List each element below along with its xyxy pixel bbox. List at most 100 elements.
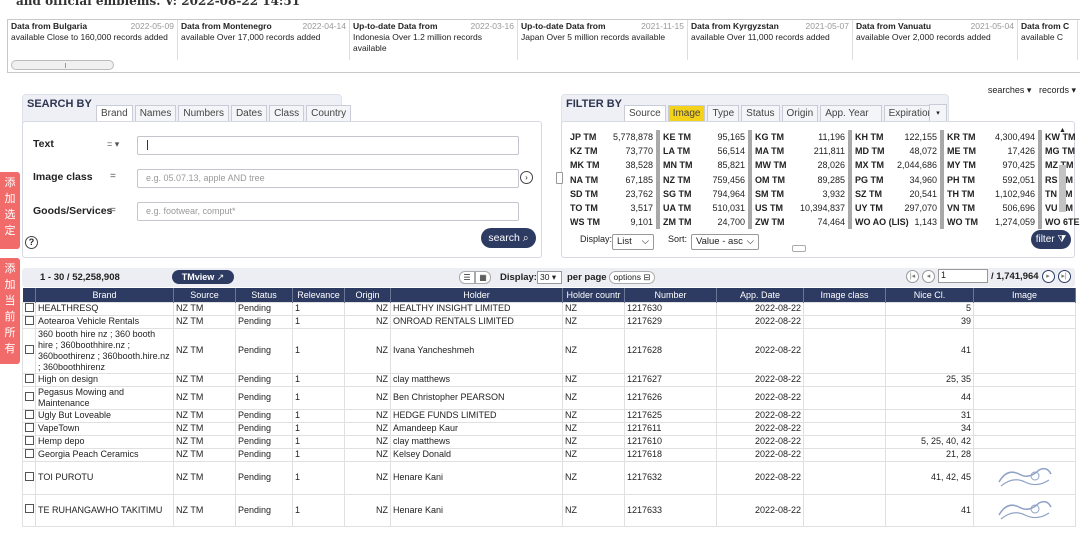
filter-option[interactable]: NA TM 67,185 (570, 172, 660, 187)
filter-option[interactable]: ZW TM 74,464 (755, 215, 852, 230)
collapse-panel-handle[interactable] (556, 172, 563, 184)
list-view-icon[interactable]: ☰ (459, 271, 475, 284)
more-tabs-chevron-icon[interactable]: ▾ (929, 104, 947, 122)
goods-services-input[interactable]: e.g. footwear, comput* (137, 202, 519, 221)
filter-option[interactable]: TO TM 3,517 (570, 201, 660, 216)
page-input[interactable]: 1 (938, 269, 988, 283)
tab-filter-5[interactable]: App. Year ✖ (820, 105, 882, 134)
filter-option[interactable]: MD TM 48,072 (855, 144, 944, 159)
prev-page-icon[interactable]: ◂ (922, 269, 935, 283)
brand-cell[interactable]: Aotearoa Vehicle Rentals (35, 314, 174, 329)
trademark-thumbnail[interactable] (995, 462, 1055, 490)
searches-dropdown[interactable]: searches ▾ (988, 85, 1032, 95)
add-selected-tab[interactable]: 添加选定 (0, 172, 20, 249)
filter-option[interactable]: KH TM 122,155 (855, 130, 944, 145)
filter-option[interactable]: OM TM 89,285 (755, 172, 852, 187)
table-row[interactable]: VapeTown NZ TM Pending 1 NZ Amandeep Kaur NZ 12… (22, 421, 1076, 436)
filter-option[interactable]: SZ TM 20,541 (855, 186, 944, 202)
filter-option[interactable]: MX TM 2,044,686 (855, 158, 944, 173)
row-checkbox[interactable] (25, 316, 34, 325)
filter-option[interactable]: MA TM 211,811 (755, 144, 852, 159)
table-row[interactable]: HEALTHRESQ NZ TM Pending 1 NZ HEALTHY INSIGHT… (22, 301, 1076, 316)
table-row[interactable]: Hemp depo NZ TM Pending 1 NZ clay matthews NZ 1… (22, 434, 1076, 449)
row-checkbox[interactable] (25, 471, 34, 481)
tab-search-numbers[interactable]: Numbers (178, 105, 229, 122)
brand-cell[interactable]: 360 booth hire nz ; 360 booth hire ; 360… (35, 327, 174, 374)
tab-search-names[interactable]: Names (134, 105, 177, 122)
table-row[interactable]: 360 booth hire nz ; 360 booth hire ; 360… (22, 327, 1076, 374)
filter-option[interactable]: SM TM 3,932 (755, 186, 852, 202)
table-row[interactable]: Ugly But Loveable NZ TM Pending 1 NZ HEDGE FU… (22, 408, 1076, 423)
news-item[interactable]: Up-to-date Data from 2021-11-15 Japan Over… (518, 20, 688, 60)
column-header-9[interactable]: App. Date (716, 288, 804, 302)
column-header-0[interactable] (22, 288, 36, 302)
filter-option[interactable]: MN TM 85,821 (663, 158, 752, 173)
brand-cell[interactable]: High on design (35, 372, 174, 387)
tab-filter-0[interactable]: Source (624, 105, 666, 122)
filter-button[interactable]: filter ⧩ (1031, 230, 1071, 249)
filter-option[interactable]: TH TM 1,102,946 (947, 186, 1042, 202)
column-header-12[interactable]: Image (973, 288, 1076, 302)
tab-search-country[interactable]: Country (306, 105, 352, 122)
filter-option[interactable]: NZ TM 759,456 (663, 172, 752, 187)
news-item[interactable]: Data from Kyrgyzstan 2021-05-07 available … (688, 20, 853, 60)
row-checkbox[interactable] (25, 449, 34, 458)
column-header-8[interactable]: Number (624, 288, 717, 302)
brand-cell[interactable]: Pegasus Mowing and Maintenance (35, 385, 174, 410)
brand-cell[interactable]: TOI PUROTU (35, 460, 174, 495)
records-dropdown[interactable]: records ▾ (1039, 85, 1076, 95)
table-row[interactable]: Pegasus Mowing and Maintenance NZ TM Pendi… (22, 385, 1076, 410)
filter-option[interactable]: KG TM 11,196 (755, 130, 852, 145)
column-header-10[interactable]: Image class (803, 288, 886, 302)
filter-option[interactable]: WS TM 9,101 (570, 215, 660, 230)
next-page-icon[interactable]: ▸ (1041, 269, 1055, 283)
last-page-icon[interactable]: ▸| (1057, 269, 1071, 283)
brand-cell[interactable]: Ugly But Loveable (35, 408, 174, 423)
brand-cell[interactable]: VapeTown (35, 421, 174, 436)
sort-select[interactable]: Value - asc ⌵ (691, 234, 759, 250)
filter-option[interactable]: KR TM 4,300,494 (947, 130, 1042, 145)
column-header-2[interactable]: Source (173, 288, 236, 302)
row-checkbox[interactable] (25, 344, 34, 354)
column-header-6[interactable]: Holder (390, 288, 563, 302)
table-row[interactable]: Georgia Peach Ceramics NZ TM Pending 1 NZ Kel… (22, 447, 1076, 462)
first-page-icon[interactable]: |◂ (906, 269, 919, 283)
column-header-4[interactable]: Relevance (292, 288, 345, 302)
row-checkbox[interactable] (25, 303, 34, 312)
news-scrollbar[interactable] (11, 60, 114, 70)
help-icon[interactable]: ? (25, 236, 38, 249)
grid-view-icon[interactable]: ▦ (475, 271, 491, 284)
text-operator[interactable]: = ▾ (107, 139, 119, 150)
filter-scrollbar[interactable]: ▲ (1059, 127, 1067, 227)
filter-option[interactable]: UA TM 510,031 (663, 201, 752, 216)
brand-cell[interactable]: Georgia Peach Ceramics (35, 447, 174, 462)
filter-option[interactable]: WO TM 1,274,059 (947, 215, 1042, 230)
filter-option[interactable]: KE TM 95,165 (663, 130, 752, 145)
news-item[interactable]: Data from Vanuatu 2021-05-04 available Ove… (853, 20, 1018, 60)
tab-search-class[interactable]: Class (269, 105, 305, 122)
column-header-11[interactable]: Nice Cl. (885, 288, 974, 302)
display-select[interactable]: List ⌵ (612, 234, 654, 250)
table-row[interactable]: TE RUHANGAWHO TAKITIMU NZ TM Pending 1 NZ Hen… (22, 493, 1076, 527)
tab-search-brand[interactable]: Brand (96, 105, 133, 122)
filter-option[interactable]: MY TM 970,425 (947, 158, 1042, 173)
filter-option[interactable]: ZM TM 24,700 (663, 215, 752, 230)
per-page-select[interactable]: 30 ▾ (537, 271, 562, 284)
tab-filter-4[interactable]: Origin (781, 105, 819, 122)
row-checkbox[interactable] (25, 504, 34, 513)
filter-option[interactable]: PG TM 34,960 (855, 172, 944, 187)
filter-option[interactable]: JP TM 5,778,878 (570, 130, 660, 145)
column-header-3[interactable]: Status (235, 288, 293, 302)
scroll-up-icon[interactable]: ▲ (1059, 127, 1067, 135)
filter-option[interactable]: UY TM 297,070 (855, 201, 944, 216)
row-checkbox[interactable] (25, 410, 34, 419)
row-checkbox[interactable] (25, 374, 34, 383)
table-row[interactable]: High on design NZ TM Pending 1 NZ clay matthe… (22, 372, 1076, 387)
filter-option[interactable]: MK TM 38,528 (570, 158, 660, 173)
news-item[interactable]: Data from Bulgaria 2022-05-09 available Cl… (8, 20, 178, 60)
brand-cell[interactable]: Hemp depo (35, 434, 174, 449)
filter-option[interactable]: LA TM 56,514 (663, 144, 752, 159)
tab-search-dates[interactable]: Dates (230, 105, 268, 122)
column-header-1[interactable]: Brand (35, 288, 174, 302)
text-input[interactable] (137, 136, 519, 155)
